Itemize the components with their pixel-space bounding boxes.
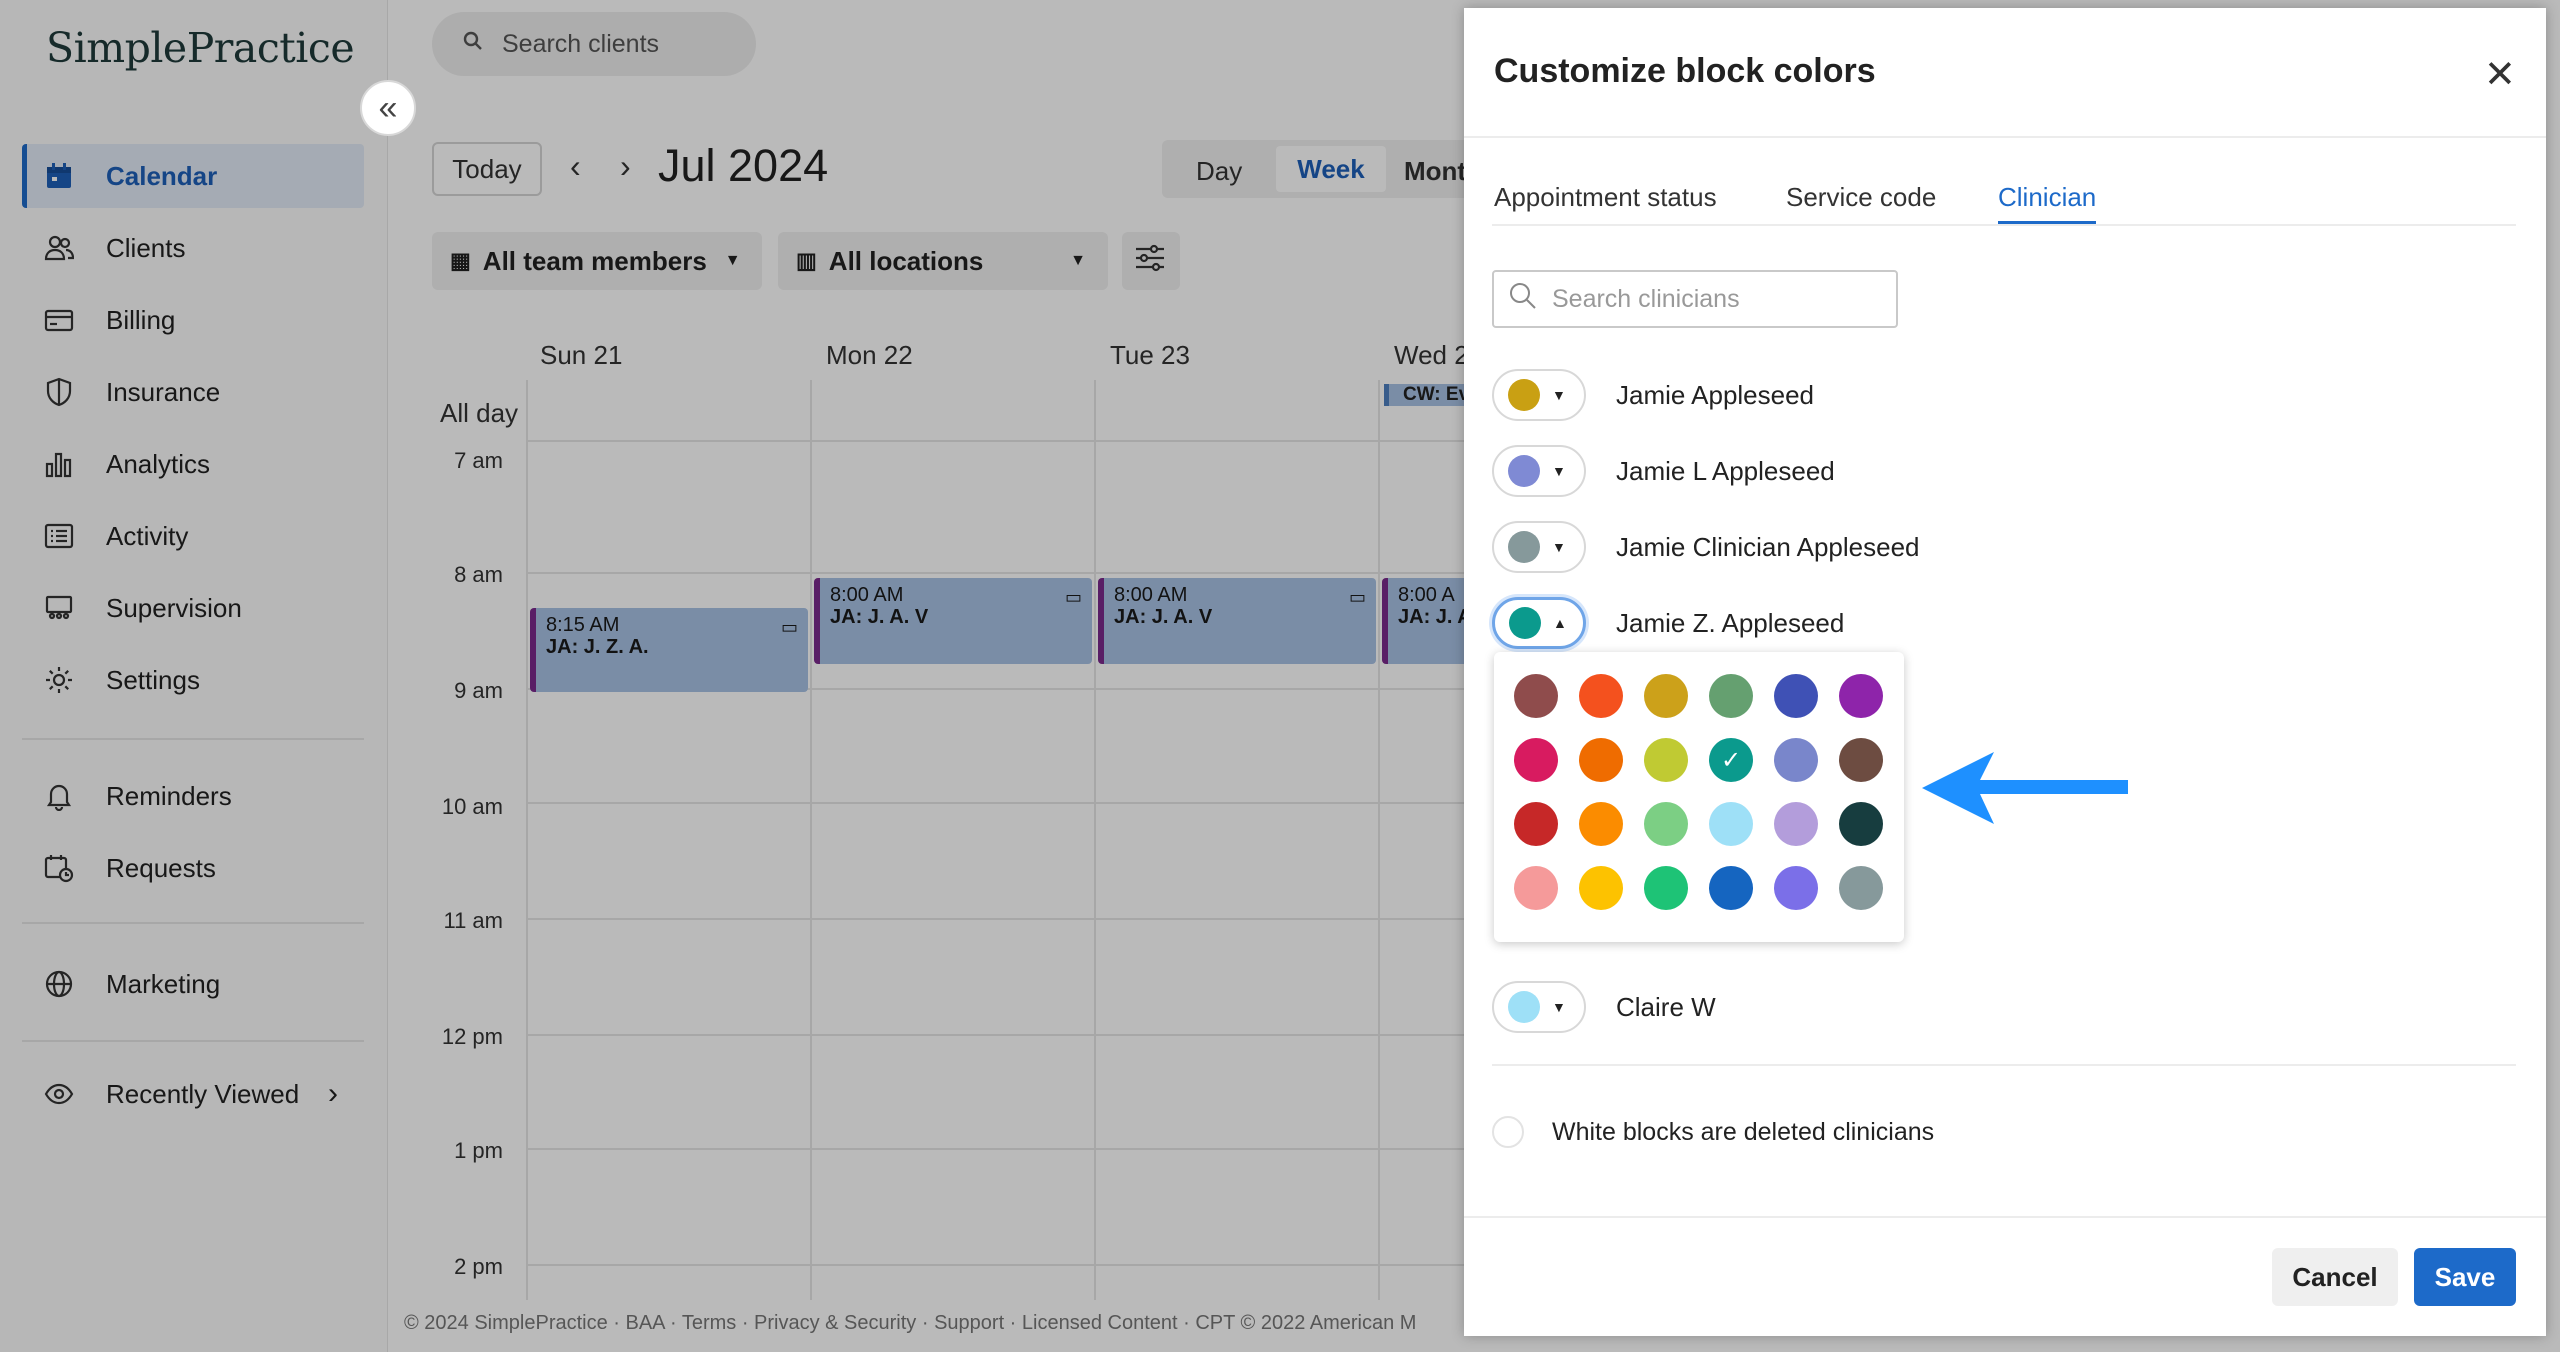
caret-down-icon: ▼ [1552, 999, 1566, 1015]
clinician-row: ▼ Jamie Appleseed [1492, 369, 1815, 421]
color-picker-button[interactable]: ▼ [1492, 369, 1586, 421]
color-swatch[interactable] [1579, 674, 1623, 718]
annotation-arrow-icon [1922, 752, 2128, 824]
search-placeholder: Search clinicians [1552, 284, 1740, 313]
color-swatch[interactable] [1514, 866, 1558, 910]
color-picker-button[interactable]: ▼ [1492, 521, 1586, 573]
color-palette-popover: ✓ [1494, 652, 1904, 942]
clinician-name: Jamie Z. Appleseed [1616, 607, 1845, 638]
double-chevron-left-icon: « [378, 88, 398, 127]
clinician-name: Jamie Clinician Appleseed [1616, 531, 1920, 562]
color-swatch[interactable] [1839, 802, 1883, 846]
clinician-name: Jamie L Appleseed [1616, 455, 1835, 486]
checkmark-icon: ✓ [1720, 746, 1742, 774]
dialog-title: Customize block colors [1494, 52, 1876, 90]
color-swatch[interactable] [1644, 674, 1688, 718]
caret-down-icon: ▼ [1552, 387, 1566, 403]
close-button[interactable]: ✕ [2484, 52, 2516, 97]
customize-block-colors-dialog: Customize block colors ✕ Appointment sta… [1464, 8, 2546, 1336]
color-swatch[interactable] [1644, 738, 1688, 782]
search-icon [1508, 281, 1538, 318]
clinician-row: ▼ Jamie L Appleseed [1492, 445, 1835, 497]
note-text: White blocks are deleted clinicians [1552, 1117, 1935, 1146]
color-dot [1509, 607, 1541, 639]
caret-down-icon: ▼ [1552, 539, 1566, 555]
color-swatch[interactable] [1709, 866, 1753, 910]
white-color-dot [1492, 1116, 1524, 1148]
color-swatch[interactable] [1709, 674, 1753, 718]
cancel-button[interactable]: Cancel [2272, 1248, 2398, 1306]
caret-up-icon: ▲ [1553, 615, 1567, 631]
search-clinicians-input[interactable]: Search clinicians [1492, 270, 1898, 328]
clinician-row: ▲ Jamie Z. Appleseed [1492, 597, 1845, 649]
divider [1492, 1064, 2516, 1066]
color-swatch[interactable] [1514, 674, 1558, 718]
color-swatch[interactable] [1839, 738, 1883, 782]
color-swatch[interactable] [1774, 674, 1818, 718]
tab-divider [1492, 224, 2516, 226]
color-picker-button[interactable]: ▼ [1492, 981, 1586, 1033]
color-swatch[interactable] [1514, 738, 1558, 782]
color-swatch[interactable] [1774, 866, 1818, 910]
clinician-row: ▼ Claire W [1492, 981, 1716, 1033]
divider [1464, 136, 2546, 138]
close-icon: ✕ [2484, 54, 2516, 96]
tab-clinician[interactable]: Clinician [1998, 182, 2097, 225]
color-swatch[interactable] [1839, 866, 1883, 910]
color-swatch[interactable] [1774, 802, 1818, 846]
save-button[interactable]: Save [2414, 1248, 2516, 1306]
color-swatch[interactable] [1709, 802, 1753, 846]
color-picker-button-open[interactable]: ▲ [1492, 597, 1586, 649]
color-swatch[interactable] [1579, 738, 1623, 782]
color-swatch-selected[interactable]: ✓ [1709, 738, 1753, 782]
clinician-row: ▼ Jamie Clinician Appleseed [1492, 521, 1920, 573]
color-swatch[interactable] [1644, 802, 1688, 846]
clinician-name: Claire W [1616, 991, 1716, 1022]
color-dot [1508, 531, 1540, 563]
color-picker-button[interactable]: ▼ [1492, 445, 1586, 497]
clinician-name: Jamie Appleseed [1616, 379, 1815, 410]
color-swatch[interactable] [1514, 802, 1558, 846]
deleted-clinicians-note: White blocks are deleted clinicians [1492, 1116, 1934, 1148]
caret-down-icon: ▼ [1552, 463, 1566, 479]
color-swatch[interactable] [1774, 738, 1818, 782]
color-swatch[interactable] [1839, 674, 1883, 718]
color-dot [1508, 991, 1540, 1023]
color-swatch[interactable] [1644, 866, 1688, 910]
collapse-sidebar-button[interactable]: « [360, 80, 416, 136]
color-dot [1508, 379, 1540, 411]
tab-appointment-status[interactable]: Appointment status [1494, 182, 1717, 213]
color-dot [1508, 455, 1540, 487]
tab-service-code[interactable]: Service code [1786, 182, 1936, 213]
divider [1464, 1216, 2546, 1218]
color-swatch[interactable] [1579, 866, 1623, 910]
color-swatch[interactable] [1579, 802, 1623, 846]
